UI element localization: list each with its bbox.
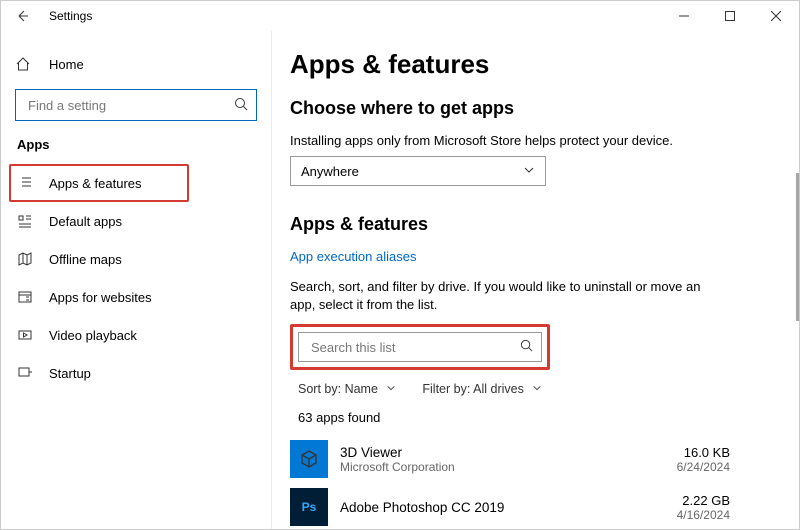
apps-websites-icon [15, 289, 35, 305]
choose-heading: Choose where to get apps [290, 98, 769, 119]
sidebar-item-default-apps[interactable]: Default apps [15, 202, 257, 240]
sort-by-control[interactable]: Sort by: Name [298, 382, 396, 396]
sidebar-item-label: Video playback [49, 328, 137, 343]
install-source-dropdown[interactable]: Anywhere [290, 156, 546, 186]
sidebar-item-label: Apps & features [49, 176, 142, 191]
app-icon-photoshop: Ps [290, 488, 328, 526]
chevron-down-icon [532, 382, 542, 396]
app-icon-3d-viewer [290, 440, 328, 478]
app-size: 2.22 GB [677, 493, 730, 508]
sidebar-item-label: Offline maps [49, 252, 122, 267]
app-publisher: Microsoft Corporation [340, 460, 677, 474]
app-row[interactable]: Ps Adobe Photoshop CC 2019 2.22 GB 4/16/… [290, 483, 730, 529]
settings-search-input[interactable] [26, 97, 234, 114]
home-icon [15, 56, 35, 72]
sidebar-item-offline-maps[interactable]: Offline maps [15, 240, 257, 278]
sidebar-item-video-playback[interactable]: Video playback [15, 316, 257, 354]
home-nav[interactable]: Home [15, 49, 257, 79]
default-apps-icon [15, 213, 35, 229]
minimize-button[interactable] [661, 1, 707, 31]
list-heading: Apps & features [290, 214, 769, 235]
filter-value: All drives [473, 382, 524, 396]
sidebar-category: Apps [15, 137, 257, 152]
sidebar-item-startup[interactable]: Startup [15, 354, 257, 392]
app-execution-aliases-link[interactable]: App execution aliases [290, 249, 416, 264]
sort-value: Name [345, 382, 378, 396]
app-name: Adobe Photoshop CC 2019 [340, 500, 677, 515]
search-icon [234, 97, 248, 114]
apps-features-icon [15, 175, 35, 191]
close-button[interactable] [753, 1, 799, 31]
page-title: Apps & features [290, 49, 769, 80]
window-title: Settings [49, 9, 92, 23]
app-name: 3D Viewer [340, 445, 677, 460]
home-label: Home [49, 57, 84, 72]
settings-search[interactable] [15, 89, 257, 121]
scrollbar-thumb[interactable] [796, 173, 799, 321]
chevron-down-icon [386, 382, 396, 396]
app-row[interactable]: 3D Viewer Microsoft Corporation 16.0 KB … [290, 435, 730, 483]
scrollbar[interactable] [795, 31, 799, 529]
filter-by-control[interactable]: Filter by: All drives [422, 382, 542, 396]
app-date: 6/24/2024 [677, 460, 730, 474]
sort-label: Sort by: [298, 382, 341, 396]
back-button[interactable] [15, 9, 33, 23]
dropdown-value: Anywhere [301, 164, 359, 179]
offline-maps-icon [15, 251, 35, 267]
app-size: 16.0 KB [677, 445, 730, 460]
sidebar-item-label: Default apps [49, 214, 122, 229]
filter-label: Filter by: [422, 382, 470, 396]
sidebar-item-label: Startup [49, 366, 91, 381]
search-icon [520, 339, 533, 355]
maximize-button[interactable] [707, 1, 753, 31]
app-list-search-input[interactable] [309, 339, 520, 356]
app-list-search[interactable] [298, 332, 542, 362]
video-playback-icon [15, 327, 35, 343]
chevron-down-icon [523, 164, 535, 179]
choose-description: Installing apps only from Microsoft Stor… [290, 133, 769, 148]
sidebar-item-apps-features[interactable]: Apps & features [9, 164, 189, 202]
apps-count: 63 apps found [290, 410, 769, 425]
sidebar-item-apps-for-websites[interactable]: Apps for websites [15, 278, 257, 316]
startup-icon [15, 365, 35, 381]
app-date: 4/16/2024 [677, 508, 730, 522]
sidebar-item-label: Apps for websites [49, 290, 152, 305]
list-instructions: Search, sort, and filter by drive. If yo… [290, 278, 720, 314]
